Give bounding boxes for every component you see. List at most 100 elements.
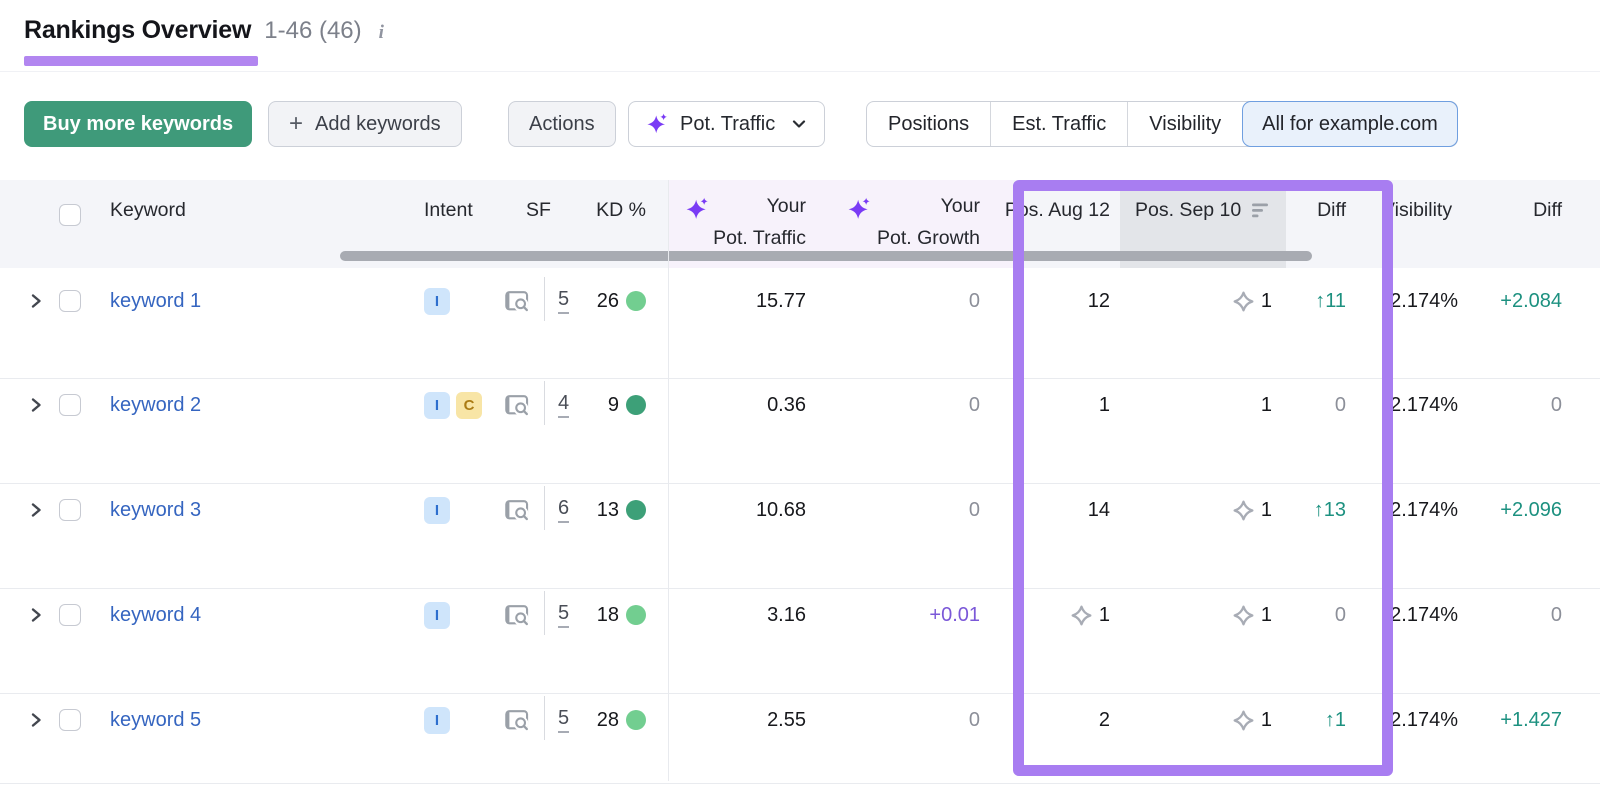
- table-row: keyword 2 IC 4 9 0.36 0 1 1 0 2.174% 0: [0, 379, 1600, 484]
- divider: [544, 696, 545, 740]
- select-all-checkbox-wrap: [59, 202, 81, 228]
- sparkle-icon: [684, 196, 710, 222]
- serp-features-icon[interactable]: [504, 393, 531, 418]
- expand-row-icon[interactable]: [25, 597, 47, 633]
- visibility-diff: +2.096: [1500, 492, 1562, 528]
- visibility-value: 2.174%: [1390, 492, 1458, 528]
- pos-aug-value: 1: [1099, 394, 1110, 417]
- column-header-pot-growth[interactable]: Your Pot. Growth: [877, 190, 980, 254]
- kd-level-dot: [626, 395, 646, 415]
- position-diff: ↑11: [1315, 283, 1346, 319]
- row-checkbox[interactable]: [59, 709, 81, 731]
- serp-features-icon[interactable]: [504, 603, 531, 628]
- pos-aug-value: 12: [1088, 290, 1110, 313]
- expand-row-icon[interactable]: [25, 492, 47, 528]
- position-diff: ↑1: [1325, 702, 1346, 738]
- pos-aug-value: 1: [1099, 604, 1110, 627]
- pos-sep-value: 1: [1261, 604, 1272, 627]
- add-keywords-button[interactable]: + Add keywords: [268, 101, 462, 147]
- tab-positions[interactable]: Positions: [867, 102, 990, 146]
- table-header: Keyword Intent SF KD % Your Pot. Traffic…: [0, 180, 1600, 268]
- serp-features-count[interactable]: 6: [558, 497, 569, 523]
- chevron-down-icon: [790, 115, 808, 133]
- pos-sep-value: 1: [1261, 290, 1272, 313]
- pot-growth-value: +0.01: [929, 597, 980, 633]
- expand-row-icon[interactable]: [25, 387, 47, 423]
- tab-all-for-domain[interactable]: All for example.com: [1242, 101, 1458, 147]
- pot-traffic-value: 3.16: [767, 597, 806, 633]
- pot-traffic-value: 15.77: [756, 283, 806, 319]
- column-header-diff[interactable]: Diff: [1317, 197, 1346, 223]
- keyword-link[interactable]: keyword 3: [110, 499, 201, 522]
- intent-badges: IC: [424, 387, 482, 423]
- row-checkbox[interactable]: [59, 604, 81, 626]
- metric-dropdown[interactable]: Pot. Traffic: [628, 101, 825, 147]
- expand-row-icon[interactable]: [25, 283, 47, 319]
- divider: [544, 591, 545, 635]
- visibility-value: 2.174%: [1390, 387, 1458, 423]
- intent-badges: I: [424, 492, 450, 528]
- column-header-pos-sep-10[interactable]: Pos. Sep 10: [1135, 197, 1271, 223]
- keyword-link[interactable]: keyword 4: [110, 604, 201, 627]
- result-range: 1-46 (46): [264, 17, 361, 45]
- ai-position-icon: [1232, 290, 1255, 313]
- visibility-diff: 0: [1551, 387, 1562, 423]
- column-header-visibility[interactable]: Visibility: [1382, 197, 1452, 223]
- pot-traffic-value: 10.68: [756, 492, 806, 528]
- intent-informational-badge: I: [424, 707, 450, 734]
- pos-aug-value: 2: [1099, 709, 1110, 732]
- tab-est-traffic[interactable]: Est. Traffic: [990, 102, 1127, 146]
- column-header-pot-traffic[interactable]: Your Pot. Traffic: [713, 190, 806, 254]
- tab-visibility[interactable]: Visibility: [1127, 102, 1242, 146]
- row-checkbox[interactable]: [59, 394, 81, 416]
- row-checkbox[interactable]: [59, 290, 81, 312]
- info-icon[interactable]: i: [375, 22, 384, 44]
- sort-descending-icon: [1251, 202, 1271, 219]
- table-row: keyword 1 I 5 26 15.77 0 12 1 ↑11 2.174%…: [0, 268, 1600, 379]
- kd-level-dot: [626, 605, 646, 625]
- column-header-kd[interactable]: KD %: [596, 197, 646, 223]
- intent-badges: I: [424, 702, 450, 738]
- keyword-link[interactable]: keyword 1: [110, 290, 201, 313]
- buy-more-keywords-button[interactable]: Buy more keywords: [24, 101, 252, 147]
- keyword-link[interactable]: keyword 5: [110, 709, 201, 732]
- column-group-divider: [668, 180, 669, 781]
- row-checkbox[interactable]: [59, 499, 81, 521]
- visibility-diff: 0: [1551, 597, 1562, 633]
- column-header-sf[interactable]: SF: [526, 197, 551, 223]
- expand-row-icon[interactable]: [25, 702, 47, 738]
- serp-features-count[interactable]: 5: [558, 602, 569, 628]
- intent-commercial-badge: C: [456, 392, 482, 419]
- pot-traffic-value: 2.55: [767, 702, 806, 738]
- serp-features-icon[interactable]: [504, 289, 531, 314]
- page-header: Rankings Overview 1-46 (46) i: [24, 16, 384, 45]
- actions-button[interactable]: Actions: [508, 101, 616, 147]
- serp-features-count[interactable]: 4: [558, 392, 569, 418]
- plus-icon: +: [289, 112, 303, 136]
- pos-sep-value: 1: [1261, 394, 1272, 417]
- column-header-pos-aug-12[interactable]: Pos. Aug 12: [1005, 197, 1110, 223]
- horizontal-scrollbar[interactable]: [340, 251, 1312, 261]
- divider: [544, 486, 545, 530]
- page-title: Rankings Overview: [24, 16, 251, 45]
- serp-features-count[interactable]: 5: [558, 288, 569, 314]
- table-row: keyword 3 I 6 13 10.68 0 14 1 ↑13 2.174%…: [0, 484, 1600, 589]
- keyword-link[interactable]: keyword 2: [110, 394, 201, 417]
- visibility-diff: +2.084: [1500, 283, 1562, 319]
- serp-features-icon[interactable]: [504, 708, 531, 733]
- serp-features-count[interactable]: 5: [558, 707, 569, 733]
- rankings-table-body: keyword 1 I 5 26 15.77 0 12 1 ↑11 2.174%…: [0, 268, 1600, 784]
- column-header-keyword[interactable]: Keyword: [110, 197, 186, 223]
- intent-informational-badge: I: [424, 602, 450, 629]
- ai-position-icon: [1232, 499, 1255, 522]
- visibility-diff: +1.427: [1500, 702, 1562, 738]
- select-all-checkbox[interactable]: [59, 204, 81, 226]
- kd-value: 9: [608, 394, 619, 417]
- serp-features-icon[interactable]: [504, 498, 531, 523]
- rankings-overview-page: Rankings Overview 1-46 (46) i Buy more k…: [0, 0, 1600, 795]
- table-row: keyword 5 I 5 28 2.55 0 2 1 ↑1 2.174% +1…: [0, 694, 1600, 784]
- column-header-intent[interactable]: Intent: [424, 197, 473, 223]
- column-header-visibility-diff[interactable]: Diff: [1533, 197, 1562, 223]
- pos-sep-value: 1: [1261, 709, 1272, 732]
- intent-informational-badge: I: [424, 392, 450, 419]
